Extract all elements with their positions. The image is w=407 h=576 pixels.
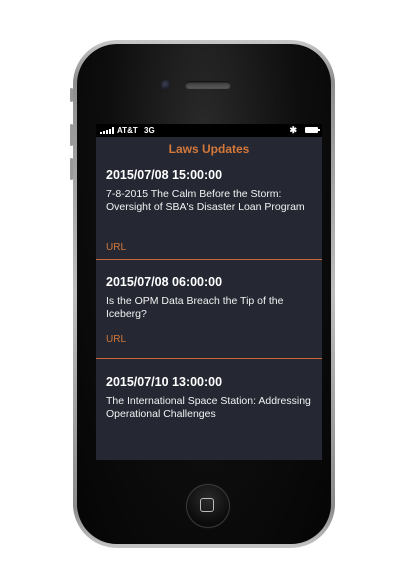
battery-icon bbox=[305, 127, 320, 133]
volume-up-button bbox=[70, 124, 73, 146]
bluetooth-icon: ✱ bbox=[289, 125, 297, 135]
earpiece-speaker bbox=[185, 81, 231, 89]
divider bbox=[96, 259, 322, 260]
status-bar: AT&T 3G ✱ bbox=[96, 124, 322, 137]
network-type-label: 3G bbox=[144, 126, 155, 135]
item-date: 2015/07/08 15:00:00 bbox=[106, 168, 223, 182]
home-button-icon[interactable] bbox=[186, 484, 230, 528]
item-url-link[interactable]: URL bbox=[106, 242, 126, 253]
item-url-link[interactable]: URL bbox=[106, 334, 126, 345]
item-title: Is the OPM Data Breach the Tip of the Ic… bbox=[106, 295, 284, 320]
volume-down-button bbox=[70, 158, 73, 180]
phone-body: AT&T 3G ✱ Laws Updates 2015/07/08 15:00:… bbox=[77, 44, 331, 544]
home-square-icon bbox=[200, 498, 214, 512]
item-date: 2015/07/10 13:00:00 bbox=[106, 375, 223, 389]
carrier-label: AT&T bbox=[117, 126, 138, 135]
page-title: Laws Updates bbox=[168, 142, 250, 156]
item-title: 7-8-2015 The Calm Before the Storm: Over… bbox=[106, 188, 305, 213]
phone-frame: AT&T 3G ✱ Laws Updates 2015/07/08 15:00:… bbox=[70, 40, 335, 548]
mute-switch bbox=[70, 88, 73, 102]
app-screen: AT&T 3G ✱ Laws Updates 2015/07/08 15:00:… bbox=[96, 124, 322, 460]
divider bbox=[96, 358, 322, 359]
item-title: The International Space Station: Address… bbox=[106, 395, 311, 420]
front-camera-icon bbox=[161, 80, 171, 90]
item-date: 2015/07/08 06:00:00 bbox=[106, 275, 223, 289]
signal-bars-icon bbox=[100, 127, 115, 134]
feed-item[interactable]: 2015/07/10 13:00:00 The International Sp… bbox=[96, 375, 322, 460]
feed-item[interactable]: 2015/07/08 15:00:00 7-8-2015 The Calm Be… bbox=[96, 168, 322, 270]
feed-item[interactable]: 2015/07/08 06:00:00 Is the OPM Data Brea… bbox=[96, 275, 322, 355]
